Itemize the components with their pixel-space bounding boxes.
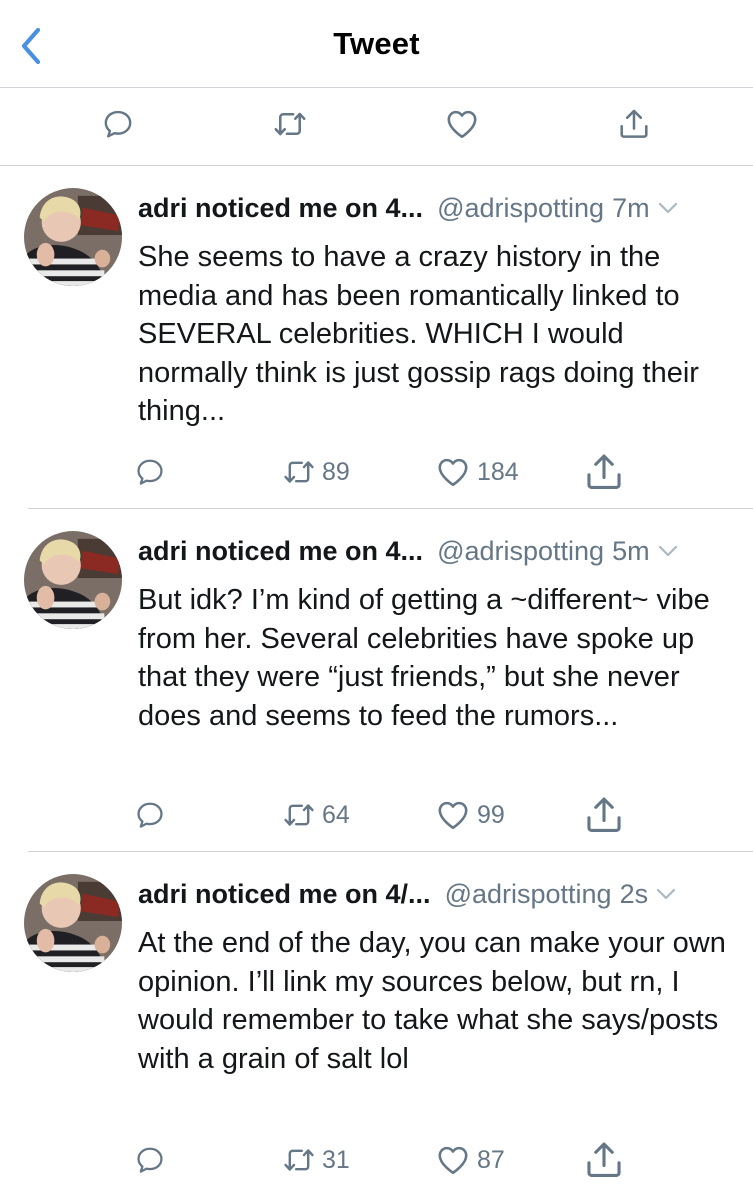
avatar[interactable]: [24, 874, 122, 972]
like-button[interactable]: 184: [435, 450, 519, 494]
reply-button[interactable]: [134, 793, 166, 837]
like-icon: [435, 454, 471, 490]
reply-icon: [134, 799, 166, 831]
top-bar: Tweet: [0, 0, 753, 88]
retweet-count: 64: [322, 800, 350, 829]
reply-icon: [134, 456, 166, 488]
like-icon: [444, 106, 480, 142]
like-count: 87: [477, 1145, 505, 1174]
username-handle[interactable]: @adrispotting: [437, 193, 604, 224]
retweet-icon: [282, 798, 316, 832]
username-handle[interactable]: @adrispotting: [445, 879, 612, 910]
divider: [28, 851, 753, 852]
like-count: 99: [477, 800, 505, 829]
display-name[interactable]: adri noticed me on 4/...: [138, 879, 431, 910]
like-icon: [435, 1142, 471, 1178]
username-handle[interactable]: @adrispotting: [437, 536, 604, 567]
like-count: 184: [477, 457, 519, 486]
timestamp: 5m: [612, 535, 650, 566]
reply-button[interactable]: [134, 450, 166, 494]
chevron-down-icon[interactable]: [656, 196, 680, 220]
display-name[interactable]: adri noticed me on 4...: [138, 193, 423, 224]
chevron-down-icon[interactable]: [654, 882, 678, 906]
like-button[interactable]: 87: [435, 1138, 505, 1182]
display-name[interactable]: adri noticed me on 4...: [138, 536, 423, 567]
tweet-actions: 31 87: [0, 1138, 753, 1182]
share-icon: [582, 450, 626, 494]
share-icon: [582, 1138, 626, 1182]
retweet-icon: [272, 106, 308, 142]
avatar[interactable]: [24, 531, 122, 629]
avatar-image: [24, 531, 122, 629]
tweet-actions: 89 184: [0, 450, 753, 494]
tweet-header: adri noticed me on 4... @adrispotting 7m: [138, 190, 735, 226]
retweet-button[interactable]: 31: [282, 1138, 350, 1182]
tweet-action-bar: [0, 88, 753, 166]
retweet-icon: [282, 455, 316, 489]
tweet-text: At the end of the day, you can make your…: [138, 927, 726, 1075]
retweet-button[interactable]: 64: [282, 793, 350, 837]
reply-button[interactable]: [134, 1138, 166, 1182]
share-button[interactable]: [582, 450, 626, 494]
tweet-actions: 64 99: [0, 793, 753, 837]
share-button[interactable]: [612, 102, 656, 146]
reply-icon: [101, 107, 135, 141]
share-icon: [616, 106, 652, 142]
tweet-text: But idk? I’m kind of getting a ~differen…: [138, 584, 710, 732]
avatar-image: [24, 874, 122, 972]
like-button[interactable]: 99: [435, 793, 505, 837]
page-title: Tweet: [333, 26, 420, 61]
share-icon: [582, 793, 626, 837]
share-button[interactable]: [582, 793, 626, 837]
like-icon: [435, 797, 471, 833]
reply-icon: [134, 1144, 166, 1176]
retweet-icon: [282, 1143, 316, 1177]
like-button[interactable]: [440, 102, 484, 146]
avatar-image: [24, 188, 122, 286]
retweet-button[interactable]: 89: [282, 450, 350, 494]
timestamp: 7m: [612, 192, 650, 223]
reply-button[interactable]: [96, 102, 140, 146]
tweet-header: adri noticed me on 4... @adrispotting 5m: [138, 533, 735, 569]
tweet-text: She seems to have a crazy history in the…: [138, 241, 699, 428]
retweet-count: 31: [322, 1145, 350, 1174]
retweet-count: 89: [322, 457, 350, 486]
tweet-header: adri noticed me on 4/... @adrispotting 2…: [138, 876, 735, 912]
chevron-down-icon[interactable]: [656, 539, 680, 563]
timestamp: 2s: [619, 878, 649, 909]
avatar[interactable]: [24, 188, 122, 286]
divider: [28, 508, 753, 509]
share-button[interactable]: [582, 1138, 626, 1182]
retweet-button[interactable]: [268, 102, 312, 146]
